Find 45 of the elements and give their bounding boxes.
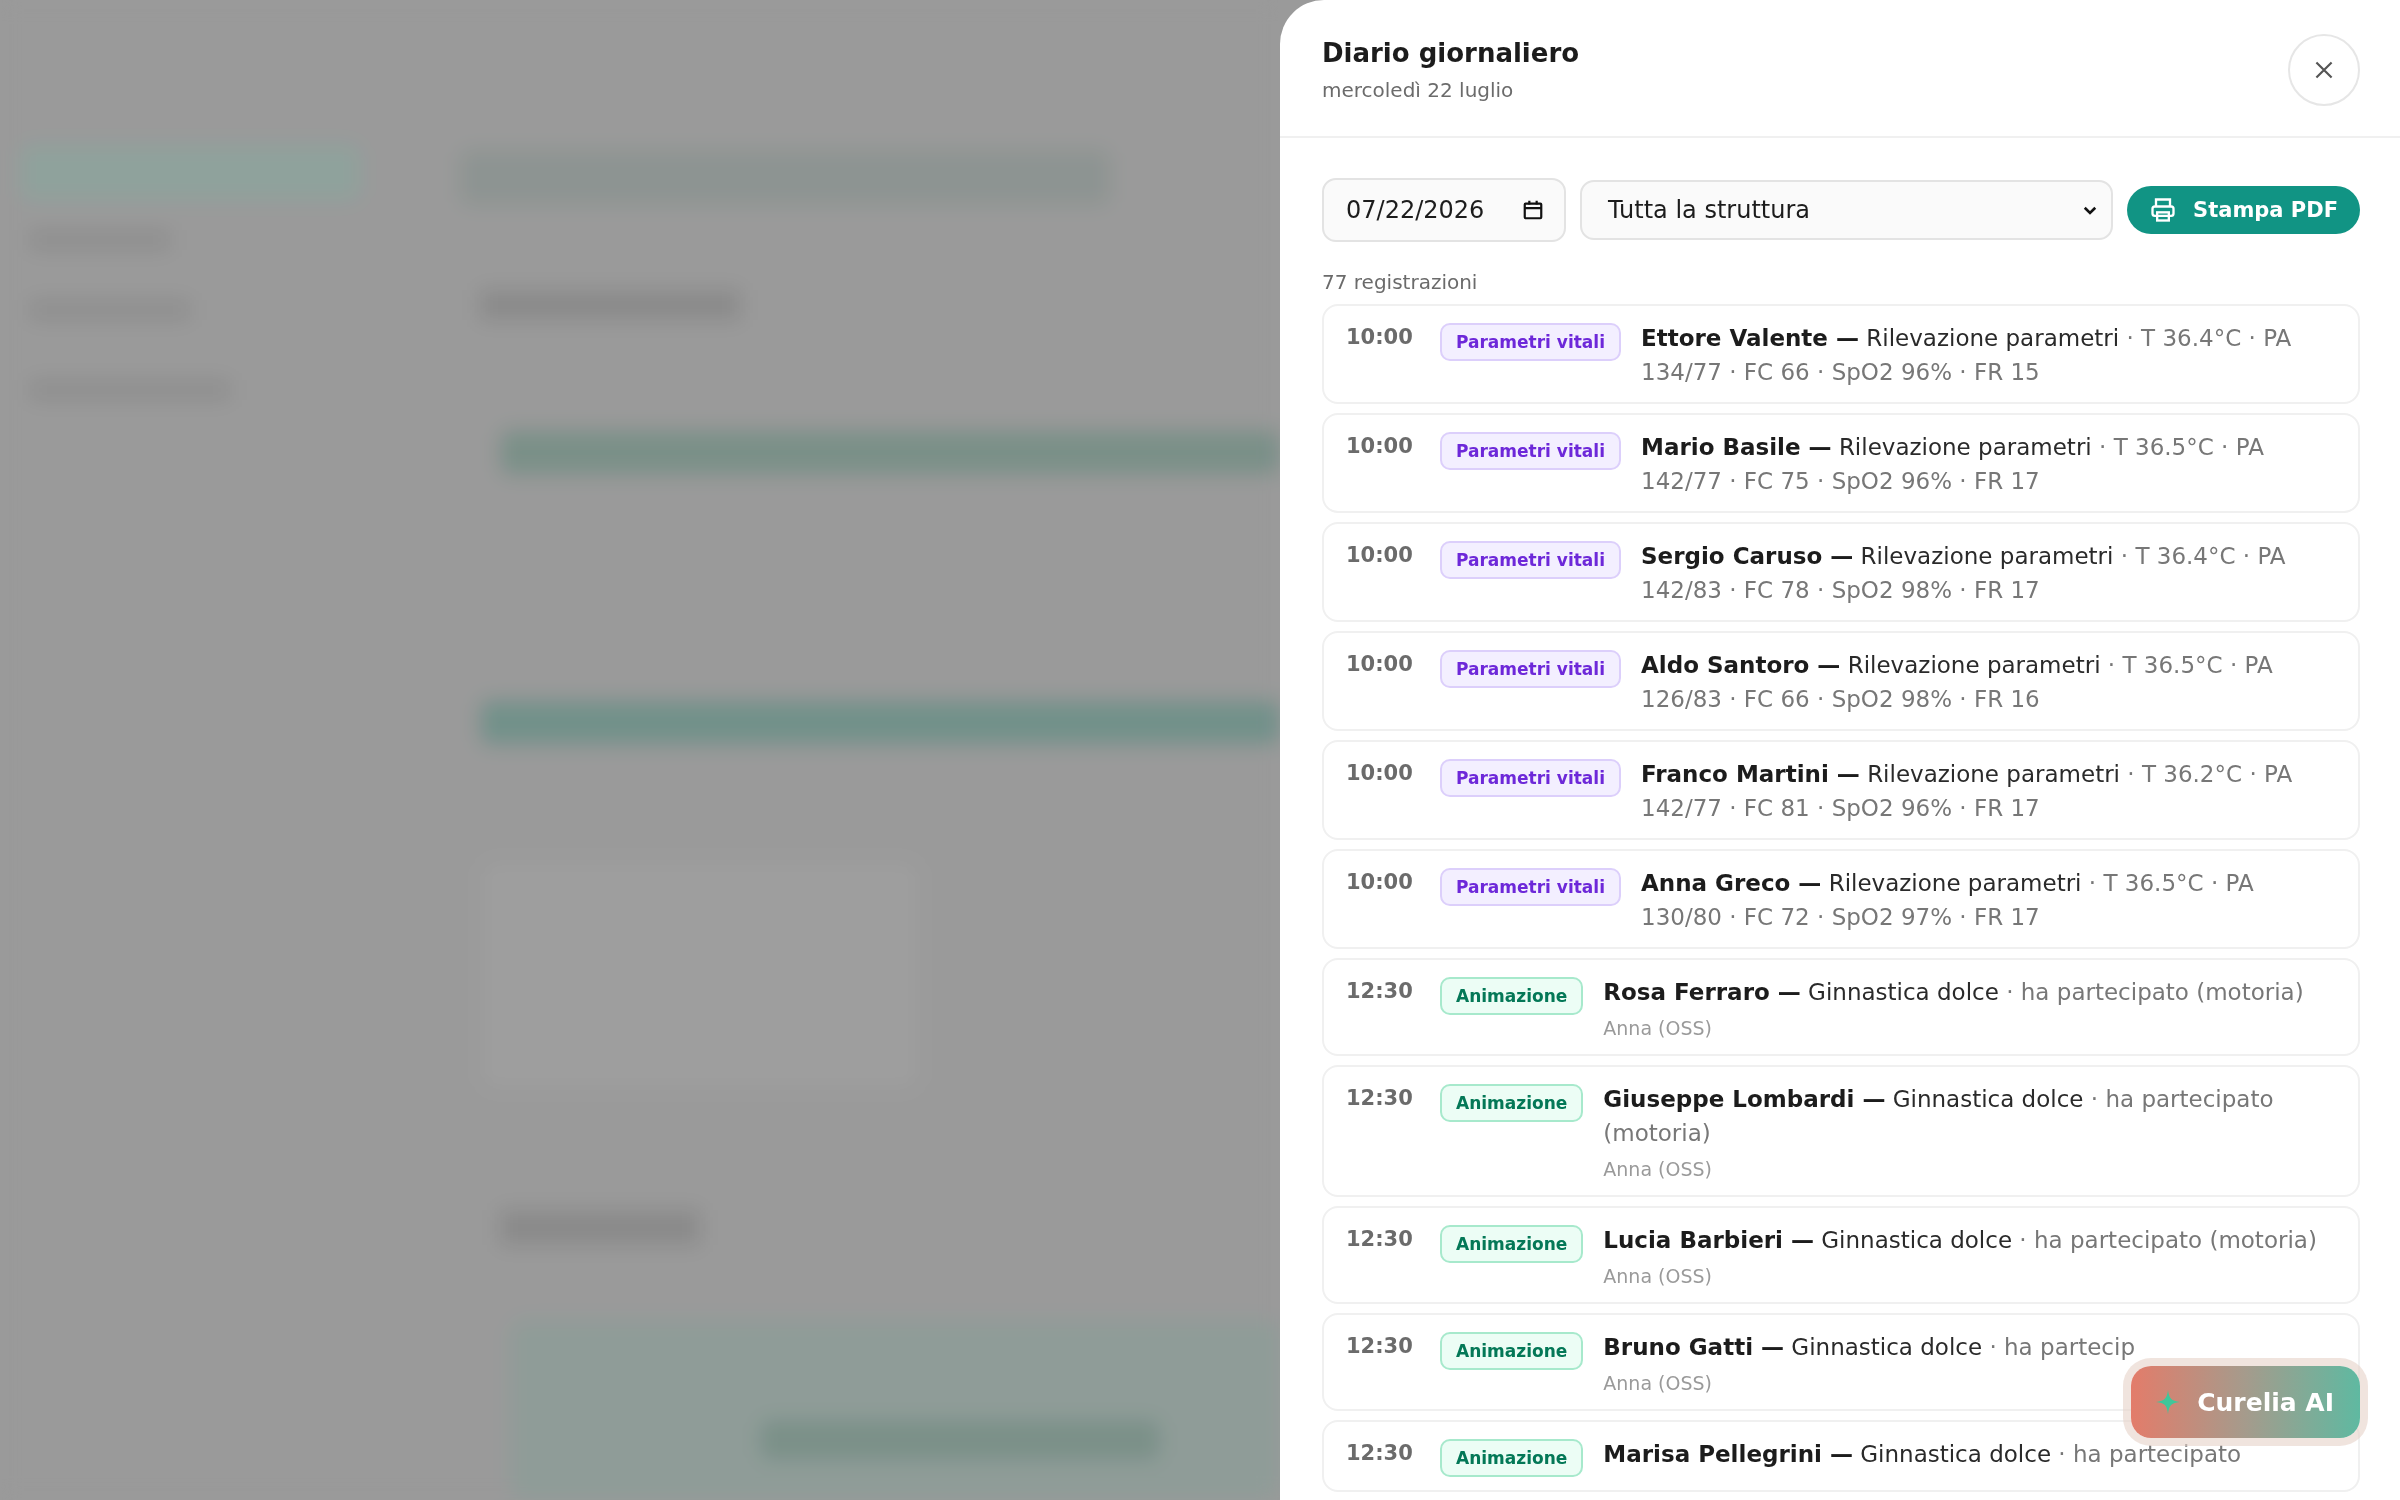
entry-time: 12:30 — [1346, 978, 1414, 1003]
entry-text: Ettore Valente — Rilevazione parametri · T 36.4°C · PA 134/77 · FC 66 · SpO2 96% · FR 15 — [1641, 324, 2293, 387]
entry-time: 12:30 — [1346, 1440, 1414, 1465]
category-tag: Animazione — [1440, 977, 1584, 1015]
date-field[interactable]: 07/22/2026 — [1322, 178, 1566, 242]
entry-author: Anna (OSS) — [1603, 1371, 1712, 1396]
entry-text: Rosa Ferraro — Ginnastica dolce · ha partecipato (motoria) — [1603, 978, 2304, 1007]
entry-text: Mario Basile — Rilevazione parametri · T 36.5°C · PA 142/77 · FC 75 · SpO2 96% · FR 17 — [1641, 433, 2265, 496]
entry-time: 12:30 — [1346, 1333, 1414, 1358]
category-tag: Parametri vitali — [1440, 323, 1621, 361]
entry-author: Anna (OSS) — [1603, 1157, 1712, 1182]
entry-text: Lucia Barbieri — Ginnastica dolce · ha partecipato (motoria) — [1603, 1226, 2317, 1255]
drawer-title: Diario giornaliero — [1322, 38, 1580, 68]
scope-select[interactable]: Tutta la struttura — [1580, 180, 2114, 240]
entry-text: Giuseppe Lombardi — Ginnastica dolce · ha partecipato (motoria) — [1603, 1085, 2275, 1148]
entry-text: Anna Greco — Rilevazione parametri · T 36.5°C · PA 130/80 · FC 72 · SpO2 97% · FR 17 — [1641, 869, 2255, 932]
entry-text: Marisa Pellegrini — Ginnastica dolce · ha partecipato — [1603, 1440, 2242, 1469]
category-tag: Animazione — [1440, 1439, 1584, 1477]
category-tag: Parametri vitali — [1440, 759, 1621, 797]
category-tag: Animazione — [1440, 1084, 1584, 1122]
entry-time: 10:00 — [1346, 651, 1414, 676]
category-tag: Parametri vitali — [1440, 541, 1621, 579]
entry-time: 10:00 — [1346, 542, 1414, 567]
entry-count: 77 registrazioni — [1322, 270, 1479, 294]
category-tag: Animazione — [1440, 1332, 1584, 1370]
printer-icon — [2149, 196, 2178, 224]
entry-time: 10:00 — [1346, 433, 1414, 458]
category-tag: Parametri vitali — [1440, 432, 1621, 470]
entry-text: Franco Martini — Rilevazione parametri · T 36.2°C · PA 142/77 · FC 81 · SpO2 96% · FR 17 — [1641, 760, 2294, 823]
entry-author: Anna (OSS) — [1603, 1016, 1712, 1041]
entry-time: 10:00 — [1346, 324, 1414, 349]
print-pdf-button[interactable]: Stampa PDF — [2127, 186, 2360, 234]
entry-time: 12:30 — [1346, 1085, 1414, 1110]
category-tag: Animazione — [1440, 1225, 1584, 1263]
entry-time: 10:00 — [1346, 869, 1414, 894]
category-tag: Parametri vitali — [1440, 650, 1621, 688]
entry-text: Sergio Caruso — Rilevazione parametri · T 36.4°C · PA 142/83 · FC 78 · SpO2 98% · FR 17 — [1641, 542, 2287, 605]
category-tag: Parametri vitali — [1440, 868, 1621, 906]
entry-text: Aldo Santoro — Rilevazione parametri · T 36.5°C · PA 126/83 · FC 66 · SpO2 98% · FR 16 — [1641, 651, 2274, 714]
entry-time: 10:00 — [1346, 760, 1414, 785]
entry-text: Bruno Gatti — Ginnastica dolce · ha partecip — [1603, 1333, 2135, 1362]
calendar-icon[interactable] — [1522, 199, 1544, 221]
drawer-subtitle: mercoledì 22 luglio — [1322, 78, 1515, 102]
entry-time: 12:30 — [1346, 1226, 1414, 1251]
entry-author: Anna (OSS) — [1603, 1264, 1712, 1289]
